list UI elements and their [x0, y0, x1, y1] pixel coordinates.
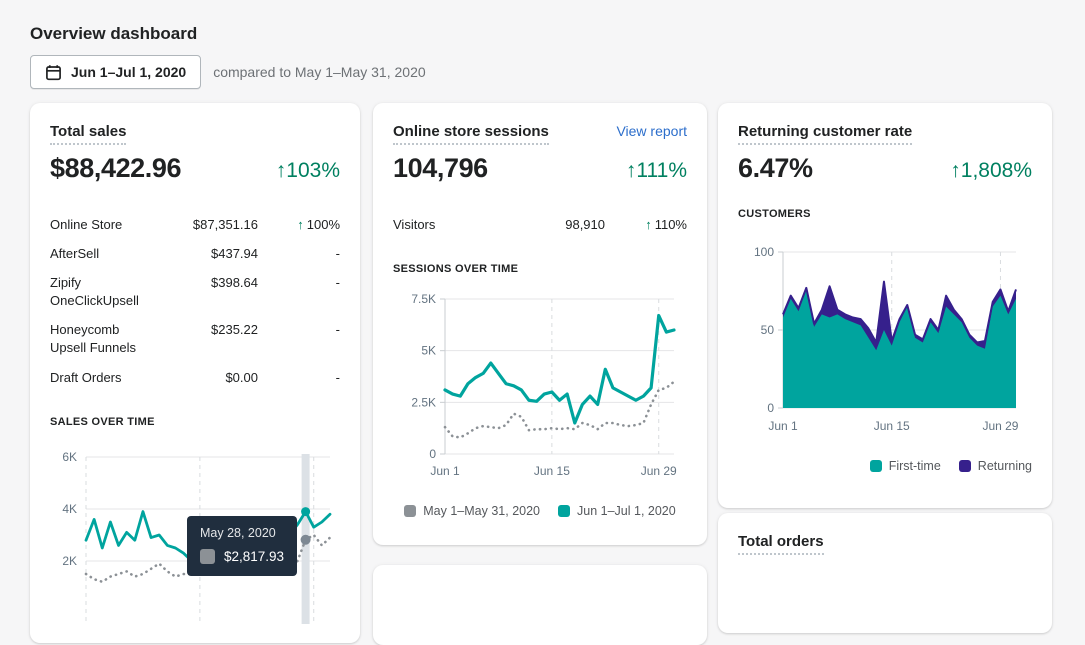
svg-text:2K: 2K: [62, 554, 77, 568]
returning-rate-title[interactable]: Returning customer rate: [738, 123, 913, 145]
sessions-chart-legend: May 1–May 31, 2020 Jun 1–Jul 1, 2020: [393, 504, 687, 518]
row-value: $235.22: [211, 322, 258, 338]
view-report-link[interactable]: View report: [616, 123, 687, 139]
date-range-label: Jun 1–Jul 1, 2020: [71, 64, 187, 80]
svg-text:5K: 5K: [421, 344, 436, 358]
page-title: Overview dashboard: [30, 24, 198, 44]
legend-item: First-time: [869, 459, 941, 473]
legend-item: Returning: [958, 459, 1032, 473]
row-label: Zipify OneClickUpsell: [50, 274, 139, 309]
legend-item: Jun 1–Jul 1, 2020: [558, 504, 676, 518]
up-arrow-icon: ↑: [297, 216, 304, 232]
svg-text:7.5K: 7.5K: [411, 292, 436, 306]
sessions-over-time-label: SESSIONS OVER TIME: [393, 263, 519, 276]
customers-chart-legend: First-time Returning: [738, 459, 1032, 473]
calendar-icon: [46, 64, 61, 80]
sessions-chart-area: 7.5K 5K 2.5K 0 Jun 1 Jun 15 Jun 29: [393, 291, 687, 488]
sales-breakdown: Online Store $87,351.16 ↑ 100% AfterSell …: [50, 210, 340, 392]
table-row: Zipify OneClickUpsell $398.64 -: [50, 268, 340, 315]
row-change: -: [335, 245, 340, 261]
svg-text:Jun 1: Jun 1: [768, 419, 798, 433]
svg-text:100: 100: [754, 245, 774, 259]
legend-item: May 1–May 31, 2020: [404, 504, 540, 518]
returning-rate-value: 6.47%: [738, 153, 813, 183]
total-sales-title[interactable]: Total sales: [50, 123, 127, 145]
sessions-over-time-chart[interactable]: 7.5K 5K 2.5K 0 Jun 1 Jun 15 Jun 29: [393, 291, 685, 483]
row-value: $398.64: [211, 274, 258, 290]
sales-over-time-label: SALES OVER TIME: [50, 416, 155, 429]
legend-swatch-first-time: [869, 460, 882, 472]
table-row: AfterSell $437.94 -: [50, 239, 340, 268]
sessions-change: ↑111%: [625, 159, 687, 182]
svg-text:Jun 15: Jun 15: [874, 419, 910, 433]
svg-text:6K: 6K: [62, 452, 77, 464]
svg-text:0: 0: [429, 447, 436, 461]
tooltip-date: May 28, 2020: [200, 526, 276, 541]
row-value: $0.00: [225, 369, 258, 385]
row-label: Honeycomb Upsell Funnels: [50, 322, 136, 356]
row-label: AfterSell: [50, 245, 100, 261]
row-value: $87,351.16: [192, 216, 258, 232]
table-row: Visitors 98,910 ↑ 110%: [393, 210, 687, 239]
svg-text:50: 50: [761, 323, 775, 337]
table-row: Draft Orders $0.00 -: [50, 363, 340, 392]
svg-text:4K: 4K: [62, 502, 77, 516]
total-sales-value: $88,422.96: [50, 153, 182, 183]
sales-chart-area: 6K 4K 2K May 28, 2020 $2,817.93: [50, 450, 340, 629]
svg-text:Jun 1: Jun 1: [430, 464, 460, 478]
row-change: -: [335, 322, 340, 338]
row-value: $437.94: [211, 245, 258, 261]
svg-text:Jun 29: Jun 29: [641, 464, 677, 478]
tooltip-series-swatch: [200, 549, 215, 565]
row-value: 98,910: [565, 216, 605, 232]
tooltip-value: $2,817.93: [224, 549, 285, 565]
up-arrow-icon: ↑: [645, 216, 652, 232]
customers-label: CUSTOMERS: [738, 208, 811, 220]
compare-text: compared to May 1–May 31, 2020: [213, 64, 426, 80]
sessions-value: 104,796: [393, 153, 488, 183]
card-total-sales: Total sales $88,422.96 ↑103% Online Stor…: [30, 103, 360, 643]
row-change: -: [335, 369, 340, 385]
row-change: ↑ 110%: [645, 216, 687, 232]
row-label: Draft Orders: [50, 369, 122, 385]
legend-swatch-may: [404, 505, 417, 518]
table-row: Online Store $87,351.16 ↑ 100%: [50, 210, 340, 239]
chart-tooltip: May 28, 2020 $2,817.93: [187, 516, 298, 577]
svg-text:Jun 29: Jun 29: [982, 419, 1018, 433]
table-row: Honeycomb Upsell Funnels $235.22 -: [50, 316, 340, 363]
row-change: ↑ 100%: [297, 216, 340, 232]
customers-chart-area: 100 50 0 Jun 1 Jun 15 Jun 29: [738, 244, 1032, 445]
row-label: Online Store: [50, 216, 123, 232]
legend-swatch-returning: [958, 460, 971, 472]
total-sales-change: ↑103%: [275, 159, 340, 182]
total-orders-title[interactable]: Total orders: [738, 533, 824, 555]
customers-chart[interactable]: 100 50 0 Jun 1 Jun 15 Jun 29: [738, 244, 1030, 440]
svg-text:2.5K: 2.5K: [411, 396, 436, 410]
row-change: -: [335, 274, 340, 290]
card-returning-customer-rate: Returning customer rate 6.47% ↑1,808% CU…: [718, 103, 1052, 508]
card-total-orders: Total orders: [718, 513, 1052, 633]
date-range-button[interactable]: Jun 1–Jul 1, 2020: [30, 55, 202, 89]
sessions-title[interactable]: Online store sessions: [393, 123, 549, 145]
card-online-store-sessions: Online store sessions View report 104,79…: [373, 103, 707, 545]
svg-text:Jun 15: Jun 15: [534, 464, 570, 478]
card-partial: [373, 565, 707, 645]
returning-rate-change: ↑1,808%: [950, 159, 1032, 182]
row-label: Visitors: [393, 216, 436, 232]
legend-swatch-june: [558, 505, 571, 518]
toolbar: Jun 1–Jul 1, 2020 compared to May 1–May …: [30, 55, 426, 89]
svg-text:0: 0: [767, 401, 774, 415]
